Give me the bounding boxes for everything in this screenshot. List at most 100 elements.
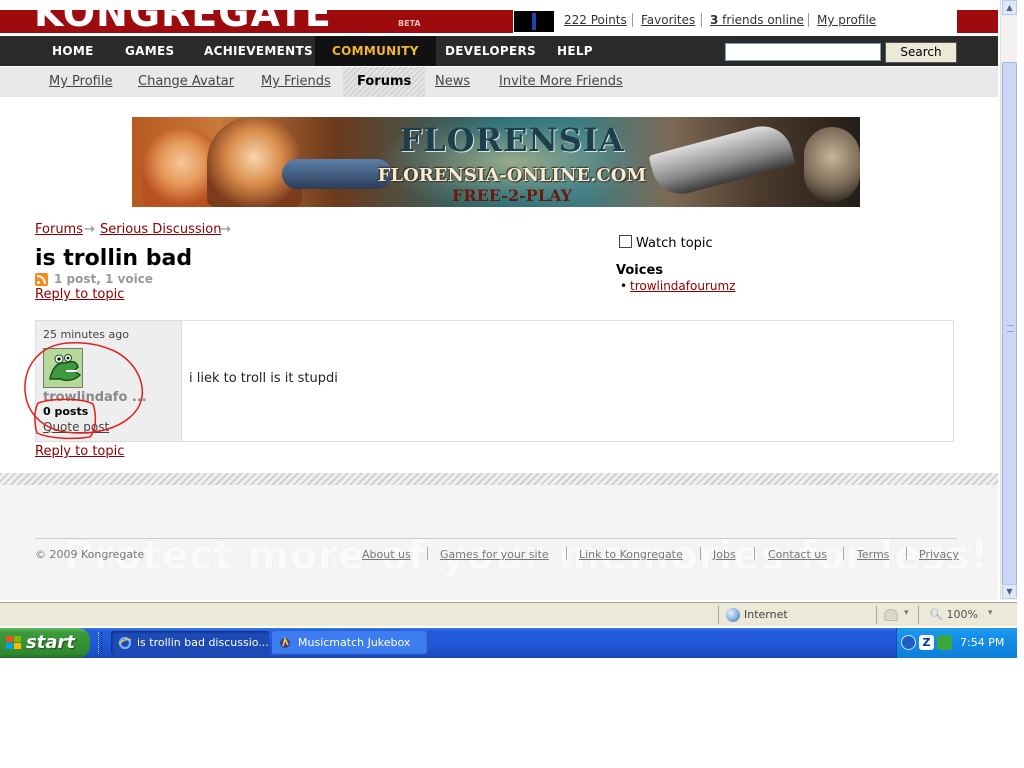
scrollbar-thumb[interactable] [1002,62,1017,592]
window-edge [1017,0,1024,600]
divider [876,606,877,624]
footer-about-link[interactable]: About us [362,548,411,561]
divider [843,547,844,560]
footer-jobs-link[interactable]: Jobs [713,548,736,561]
forum-post: 25 minutes ago trowlindafo ... 0 posts Q… [35,320,954,442]
points-link[interactable]: 222 Points [564,13,627,27]
browser-viewport: KONGREGATE BETA 222 Points Favorites 3 f… [0,0,1000,600]
post-body: i liek to troll is it stupdi [181,321,953,441]
footer-contact-link[interactable]: Contact us [768,548,827,561]
voice-user-link[interactable]: trowlindafourumz [630,279,735,293]
nav-home[interactable]: HOME [52,36,94,66]
banner-sword [648,119,796,201]
footer-terms-link[interactable]: Terms [857,548,889,561]
favorites-link[interactable]: Favorites [641,13,695,27]
musicmatch-icon [280,636,290,648]
footer-stripe [0,473,998,485]
start-label: start [26,632,75,653]
watch-topic-checkbox[interactable] [619,235,632,248]
page-title: is trollin bad [35,246,193,271]
screen: KONGREGATE BETA 222 Points Favorites 3 f… [0,0,1024,768]
reply-to-topic-link[interactable]: Reply to topic [35,287,124,302]
divider [427,547,428,560]
divider [808,13,809,27]
divider [700,547,701,560]
voices-heading: Voices [616,263,663,278]
taskbar-item-ie[interactable]: is trollin bad discussio... [111,631,269,655]
vertical-scrollbar[interactable]: ▲ ▼ [1000,0,1017,600]
friends-online-link[interactable]: 3 friends online [710,13,804,27]
quote-post-link[interactable]: Quote post [43,420,109,434]
search-input[interactable] [725,43,881,61]
divider [918,606,919,624]
breadcrumb-forums[interactable]: Forums [35,222,83,237]
subnav-news[interactable]: News [435,67,470,97]
subnav-change-avatar[interactable]: Change Avatar [138,67,234,97]
start-button[interactable]: start [0,628,90,658]
reply-to-topic-link[interactable]: Reply to topic [35,444,124,459]
my-profile-link[interactable]: My profile [817,13,876,27]
post-timestamp: 25 minutes ago [43,328,129,341]
kongregate-logo[interactable]: KONGREGATE [34,0,332,31]
subnav-invite-friends[interactable]: Invite More Friends [499,67,623,97]
footer-link-to-kongregate[interactable]: Link to Kongregate [579,548,683,561]
network-icon[interactable] [937,635,952,650]
beta-badge: BETA [398,19,421,28]
banner-ad[interactable]: FLORENSIA FLORENSIA-ONLINE.COM FREE-2-PL… [132,117,860,207]
scroll-down-icon[interactable]: ▼ [1002,584,1017,599]
divider [906,547,907,560]
taskbar-item-label: Musicmatch Jukebox [298,636,411,649]
divider [754,547,755,560]
zonealarm-icon[interactable]: Z [919,635,934,650]
breadcrumb-serious-discussion[interactable]: Serious Discussion [100,222,221,237]
footer-privacy-link[interactable]: Privacy [919,548,959,561]
banner-character-elf [804,127,860,202]
dropdown-arrow-icon[interactable]: ▾ [988,608,993,618]
rss-icon[interactable] [35,273,48,286]
copyright: © 2009 Kongregate [35,548,145,561]
security-zone: Internet [744,608,788,621]
sub-nav: My Profile Change Avatar My Friends Foru… [0,67,998,97]
nav-help[interactable]: HELP [557,36,593,66]
grip-icon [1007,325,1014,332]
magnifier-icon: 🔍︎ [929,608,943,621]
avatar[interactable] [43,348,83,388]
subnav-forums[interactable]: Forums [343,67,426,97]
system-tray: Z 7:54 PM [896,628,1017,658]
breadcrumb-arrow-icon: → [220,222,231,237]
toolbar-grip[interactable] [98,632,102,654]
subnav-my-friends[interactable]: My Friends [261,67,331,97]
banner-url: FLORENSIA-ONLINE.COM [377,165,647,186]
nav-developers[interactable]: DEVELOPERS [445,36,536,66]
user-avatar[interactable] [514,11,554,32]
post-text: i liek to troll is it stupdi [189,371,338,386]
search-button[interactable]: Search [885,42,957,63]
clock[interactable]: 7:54 PM [960,628,1004,658]
post-author-panel: 25 minutes ago trowlindafo ... 0 posts Q… [36,321,181,441]
show-hidden-icons-icon[interactable] [901,635,916,650]
nav-community[interactable]: COMMUNITY [315,36,436,66]
watch-topic-label[interactable]: Watch topic [636,236,713,251]
nav-achievements[interactable]: ACHIEVEMENTS [204,36,313,66]
frog-avatar-icon [44,349,82,387]
internet-explorer-icon [118,636,132,650]
zoom-level[interactable]: 🔍︎ 100% [929,608,978,621]
friends-online-label: friends online [718,13,804,27]
nav-games[interactable]: GAMES [125,36,174,66]
banner-tagline: FREE-2-PLAY [451,186,573,205]
post-author-name[interactable]: trowlindafo ... [43,390,173,405]
breadcrumb-arrow-icon: → [84,222,95,237]
subnav-my-profile[interactable]: My Profile [49,67,112,97]
site-header: KONGREGATE BETA 222 Points Favorites 3 f… [0,0,1000,35]
footer-games-for-site-link[interactable]: Games for your site [440,548,549,561]
divider [701,13,702,27]
windows-flag-icon [6,636,21,650]
taskbar-item-musicmatch[interactable]: Musicmatch Jukebox [272,631,428,655]
protected-mode-icon[interactable] [884,609,898,621]
scroll-up-icon[interactable]: ▲ [1002,0,1017,15]
dropdown-arrow-icon[interactable]: ▾ [904,608,909,618]
divider [35,538,957,539]
taskbar: start is trollin bad discussio... Musicm… [0,628,1017,658]
bullet-icon: • [620,279,628,293]
divider [718,606,719,624]
